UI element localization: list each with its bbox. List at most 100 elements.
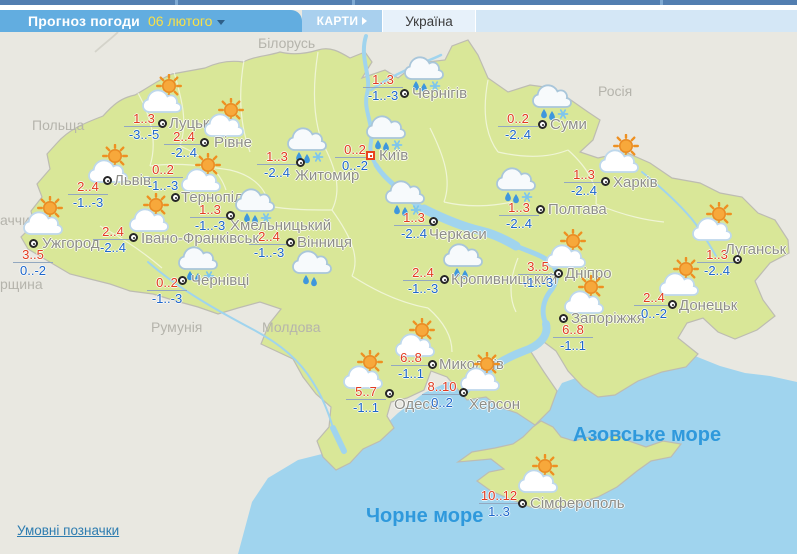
weather-icon [518, 453, 562, 499]
city-name: Чернівці [191, 272, 250, 289]
city-marker [226, 211, 235, 220]
country-label: рщина [0, 276, 43, 292]
city-marker [29, 239, 38, 248]
header-gap [0, 5, 797, 10]
city-name: Полтава [548, 201, 607, 218]
header-filler [475, 10, 797, 32]
city-marker [601, 177, 610, 186]
header-bar: Прогноз погоди 06 лютого КАРТИ Україна [0, 10, 797, 32]
maps-button[interactable]: КАРТИ [302, 10, 382, 32]
city-marker [129, 233, 138, 242]
country-label: Румунія [151, 319, 203, 335]
city-marker [459, 388, 468, 397]
day-temperature: 2..4 [68, 180, 108, 195]
city-marker [200, 138, 209, 147]
chevron-down-icon [217, 19, 226, 25]
cloud [385, 180, 425, 204]
city-name: Вінниця [297, 234, 352, 251]
day-temperature: 10..12 [479, 488, 519, 504]
day-temperature: 1..3 [564, 168, 604, 183]
sun-cloud-icon [204, 97, 244, 137]
night-temperature: -1..-3 [72, 195, 104, 210]
temperature-block: 1..3 -2..4 [564, 168, 604, 198]
night-temperature: -1..-3 [407, 281, 439, 296]
sun-cloud-icon [23, 195, 63, 235]
sea-label: Азовське море [573, 424, 722, 446]
city-marker [559, 314, 568, 323]
date-selector[interactable]: 06 лютого [148, 13, 226, 29]
night-temperature: -1..1 [397, 366, 424, 381]
day-temperature: 1..3 [363, 73, 403, 88]
city-name: Рівне [214, 134, 252, 151]
night-temperature: -2..4 [99, 240, 126, 255]
day-temperature: 1..3 [394, 211, 434, 226]
country-label: Росія [598, 83, 633, 99]
city-marker [733, 255, 742, 264]
sun-cloud-icon [518, 453, 558, 493]
city-name: Ужгород [42, 235, 100, 252]
temperature-block: 1..3 -2..4 [394, 211, 434, 241]
temperature-block: 0..2 -2..4 [498, 112, 538, 142]
country-label: Польща [32, 117, 85, 133]
day-temperature: 0..2 [498, 112, 538, 127]
cloud [532, 84, 572, 108]
temperature-block: 5..7 -1..1 [346, 385, 386, 415]
maps-button-label: КАРТИ [316, 14, 359, 28]
temperature-block: 2..4 -1..-3 [403, 266, 443, 296]
temperature-block: 1..3 -1..-3 [363, 73, 403, 103]
legend-link[interactable]: Умовні позначки [17, 523, 119, 538]
night-temperature: 0..-2 [640, 306, 667, 321]
sun-cloud-icon [564, 274, 604, 314]
sea-label: Чорне море [366, 505, 484, 527]
sun-cloud-icon [129, 192, 169, 232]
temperature-block: 2..4 -2..4 [93, 225, 133, 255]
sun-cloud-icon [142, 73, 182, 113]
city-marker [518, 499, 527, 508]
sun-cloud-icon [599, 133, 639, 173]
weather-icon [599, 133, 643, 179]
temperature-block: 10..12 1..3 [479, 489, 519, 519]
city-marker [296, 158, 305, 167]
night-temperature: -1..-3 [194, 218, 226, 233]
night-temperature: -1..1 [559, 338, 586, 353]
night-temperature: -2..4 [570, 183, 597, 198]
night-temperature: -1..-3 [367, 88, 399, 103]
night-temperature: 0..2 [431, 395, 453, 410]
arrow-right-icon [362, 17, 368, 25]
night-temperature: 0..-2 [341, 158, 368, 173]
cloud [292, 250, 332, 274]
night-temperature: -2..4 [703, 263, 730, 278]
temperature-block: 0..2 -1..-3 [143, 163, 183, 193]
temperature-block: 1..3 -2..4 [257, 150, 297, 180]
night-temperature: -1..-3 [147, 178, 179, 193]
temperature-block: 6..8 -1..1 [391, 351, 431, 381]
temperature-block: 1..3 -3..-5 [124, 112, 164, 142]
weather-icon [291, 244, 335, 293]
city-name: Херсон [469, 396, 520, 413]
cloud [443, 243, 483, 267]
city-name: Суми [550, 116, 587, 133]
night-temperature: 1..3 [488, 504, 510, 519]
day-temperature: 6..8 [391, 351, 431, 366]
day-temperature: 3..5 [518, 260, 558, 275]
region-tab-ukraine[interactable]: Україна [382, 10, 475, 32]
night-temperature: 0..-2 [19, 263, 46, 278]
temperature-block: 2..4 -1..-3 [68, 180, 108, 210]
city-marker [103, 176, 112, 185]
day-temperature: 1..3 [190, 203, 230, 218]
temperature-block: 2..4 -1..-3 [249, 230, 289, 260]
day-temperature: 2..4 [164, 130, 204, 145]
cloud [178, 246, 218, 270]
city-marker [440, 275, 449, 284]
city-name: Сімферополь [530, 495, 625, 512]
day-temperature: 2..4 [93, 225, 133, 240]
city-name: Чернігів [412, 85, 468, 102]
country-label: Молдова [262, 319, 321, 335]
temperature-block: 8..10 0..2 [422, 380, 462, 410]
cloud [404, 56, 444, 80]
sun-cloud-icon [181, 152, 221, 192]
city-marker [538, 120, 547, 129]
day-temperature: 1..3 [499, 201, 539, 216]
city-marker [158, 119, 167, 128]
snowflake [312, 152, 324, 162]
